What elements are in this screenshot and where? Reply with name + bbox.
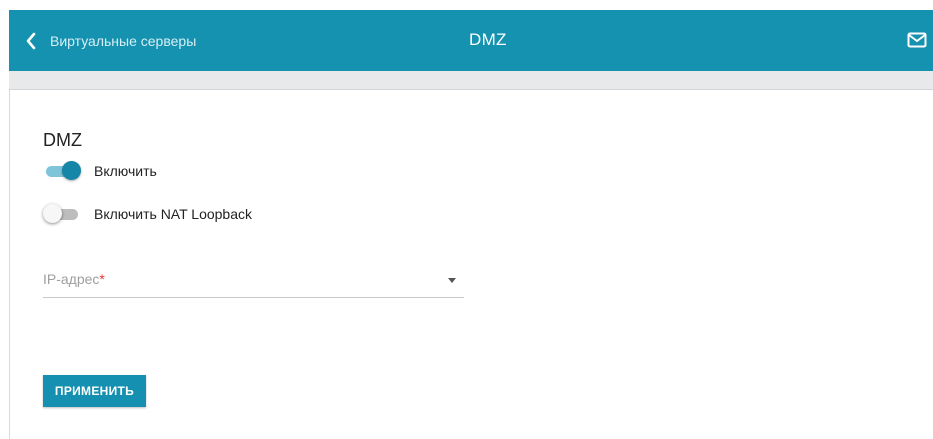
page-title: DMZ [469, 30, 507, 49]
ip-address-select[interactable]: IP-адрес* [43, 268, 464, 298]
mail-icon[interactable] [907, 32, 927, 53]
caret-down-icon [448, 278, 456, 283]
content-border [9, 90, 10, 439]
page: Виртуальные серверы DMZ DMZ Включить Вкл… [0, 0, 933, 439]
chevron-left-icon [25, 32, 37, 50]
nat-loopback-toggle-label: Включить NAT Loopback [94, 206, 253, 222]
enable-toggle-label: Включить [94, 163, 157, 179]
ip-address-label-text: IP-адрес [43, 271, 100, 287]
nat-loopback-toggle[interactable] [43, 204, 81, 224]
apply-button[interactable]: ПРИМЕНИТЬ [43, 375, 146, 407]
enable-toggle[interactable] [43, 161, 81, 181]
nat-loopback-toggle-row[interactable]: Включить NAT Loopback [43, 204, 252, 224]
enable-toggle-row[interactable]: Включить [43, 161, 157, 181]
back-link-label: Виртуальные серверы [50, 33, 197, 49]
required-marker: * [99, 271, 105, 287]
back-link[interactable]: Виртуальные серверы [25, 29, 196, 53]
section-title: DMZ [43, 130, 82, 150]
toggle-knob [62, 161, 81, 180]
header-bar: Виртуальные серверы DMZ [9, 10, 933, 71]
subheader-bar [9, 71, 933, 90]
toggle-knob [43, 204, 62, 223]
ip-address-label: IP-адрес* [43, 271, 105, 287]
